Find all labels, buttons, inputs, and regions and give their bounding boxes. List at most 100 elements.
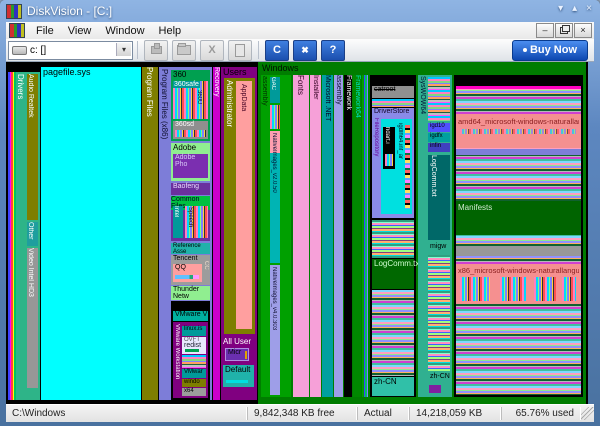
- block-program-files[interactable]: Program Files: [142, 67, 158, 400]
- block-baofeng[interactable]: Baofeng: [171, 183, 210, 195]
- block-driverstore[interactable]: DriverStore FileRepository hdart.i igdlh…: [372, 108, 414, 218]
- label-vmwar: VMwar: [184, 369, 203, 375]
- menu-file[interactable]: File: [29, 24, 61, 38]
- block-360safe[interactable]: 360safe 360U: [173, 81, 208, 119]
- resize-grip[interactable]: [581, 407, 594, 420]
- system32-stripes-1[interactable]: [372, 99, 414, 107]
- block-tencent[interactable]: Tencent QQ CC: [171, 255, 210, 285]
- block-fonts[interactable]: Fonts: [293, 75, 309, 397]
- label-speech: Speech: [187, 207, 193, 237]
- syswow64-stripes-bottom[interactable]: [428, 255, 450, 371]
- nativeimages-v2-label: NativeImages_v2.0.50: [271, 133, 277, 261]
- menu-help[interactable]: Help: [152, 24, 189, 38]
- block-framework64[interactable]: Framework64: [353, 75, 361, 397]
- block-360sd[interactable]: 360sd: [173, 121, 208, 139]
- block-drivers-other[interactable]: Other: [27, 222, 38, 246]
- winsxs-body[interactable]: amd64_microsoft-windows-naturallanguage …: [456, 86, 581, 395]
- block-adobe[interactable]: Adobe Adobe Pho: [171, 143, 210, 181]
- tools-button[interactable]: ✖: [293, 40, 317, 61]
- windows-thin-strips[interactable]: [362, 75, 368, 397]
- block-audio-realtek[interactable]: Audio Realtek: [27, 74, 38, 220]
- system32-stripes-3[interactable]: [372, 290, 414, 376]
- block-vmware-v[interactable]: VMware V: [173, 311, 208, 321]
- block-microsoft-user[interactable]: Micr: [225, 348, 249, 361]
- block-360[interactable]: 360 360safe 360U 360sd: [171, 70, 210, 141]
- block-zhcn-sys32[interactable]: zh-CN: [372, 377, 414, 396]
- block-qq[interactable]: QQ: [173, 264, 202, 282]
- scan-button[interactable]: [144, 40, 168, 61]
- block-vmwar[interactable]: VMwar: [182, 369, 206, 378]
- drive-selector[interactable]: c: [] ▾: [8, 41, 133, 60]
- toolbar-separator: [137, 41, 138, 59]
- refresh-button[interactable]: C: [265, 40, 289, 61]
- help-button[interactable]: ?: [321, 40, 345, 61]
- block-zhcn-wow64[interactable]: zh-CN: [428, 373, 450, 395]
- mdi-minimize-button[interactable]: –: [536, 23, 554, 38]
- block-video-intel[interactable]: Video Intel HD3: [27, 248, 38, 388]
- block-igd10[interactable]: igd10: [428, 123, 450, 132]
- block-adobe-pho[interactable]: Adobe Pho: [173, 154, 208, 178]
- block-default-user[interactable]: Default: [223, 365, 254, 387]
- block-nativeimages-v4[interactable]: NativeImages_v4.0.303: [270, 265, 280, 395]
- system32-stripes-2[interactable]: [372, 220, 414, 258]
- block-linux-iso[interactable]: linux.is: [182, 326, 206, 336]
- block-vmware[interactable]: VMware VMware V VMware Workstation linux…: [171, 301, 210, 400]
- close-button[interactable]: ×: [586, 3, 592, 14]
- buy-now-button[interactable]: Buy Now: [512, 40, 588, 61]
- block-nativeimages-v2[interactable]: NativeImages_v2.0.50: [270, 131, 280, 263]
- block-catroot[interactable]: catroot: [372, 86, 414, 98]
- block-hdart-inf[interactable]: hdart.i: [383, 127, 395, 169]
- block-microsoft-net[interactable]: Microsoft .NET: [322, 75, 333, 397]
- stop-button[interactable]: X: [200, 40, 224, 61]
- maximize-button[interactable]: ▴: [572, 3, 577, 14]
- block-assembly[interactable]: assembly GAC NativeImages_v2.0.50 Native…: [261, 75, 291, 397]
- menu-window[interactable]: Window: [98, 24, 151, 38]
- block-framework[interactable]: Framework: [344, 75, 352, 397]
- mdi-close-button[interactable]: ×: [574, 23, 592, 38]
- block-igdfx[interactable]: igdfx: [428, 133, 450, 142]
- block-recovery[interactable]: Recovery: [213, 67, 220, 400]
- block-speech[interactable]: Speech: [185, 206, 208, 238]
- block-syswow64[interactable]: SysWOW64 igd10 igdfx infin LogComm.txt m…: [418, 75, 452, 397]
- block-program-files-x86[interactable]: Program Files (x86) 360 360safe 360U 360…: [159, 67, 212, 400]
- block-x64[interactable]: x64: [182, 388, 206, 396]
- block-installer[interactable]: Installer: [310, 75, 321, 397]
- gac-stripes[interactable]: [270, 105, 280, 129]
- open-button[interactable]: [172, 40, 196, 61]
- block-net-assembly[interactable]: assembly: [334, 75, 343, 397]
- block-infin[interactable]: infin: [428, 143, 450, 152]
- administrator-label: Administrator: [225, 80, 233, 330]
- label-windo: windo: [184, 379, 200, 385]
- block-logcomm-wow64[interactable]: LogComm.txt: [428, 155, 450, 240]
- vmware-stripes[interactable]: [182, 355, 206, 368]
- block-common-files[interactable]: Common Files Intel Speech: [171, 196, 210, 241]
- block-vmware-workstation[interactable]: VMware Workstation linux.is OVFT redist …: [173, 322, 208, 398]
- mdi-restore-button[interactable]: [555, 23, 573, 38]
- block-gac[interactable]: GAC: [270, 77, 280, 103]
- minimize-button[interactable]: ▾: [558, 3, 563, 14]
- block-amd64-naturallanguage[interactable]: amd64_microsoft-windows-naturallanguage: [456, 114, 581, 148]
- block-windo[interactable]: windo: [182, 379, 206, 387]
- block-pagefile[interactable]: pagefile.sys: [41, 67, 141, 400]
- block-redist[interactable]: OVFT redist: [182, 337, 206, 354]
- chevron-down-icon[interactable]: ▾: [116, 43, 131, 56]
- report-button[interactable]: [228, 40, 252, 61]
- block-winsxs[interactable]: winsxs amd64_microsoft-windows-naturalla…: [454, 75, 583, 397]
- menu-view[interactable]: View: [61, 24, 99, 38]
- block-appdata[interactable]: AppData: [236, 81, 252, 329]
- block-users[interactable]: Users Administrator AppData All User Mic…: [221, 67, 257, 400]
- block-filerepository-body[interactable]: hdart.i igdlh64.inf_ar: [381, 119, 412, 214]
- block-thunder[interactable]: Thunder Netw: [171, 286, 210, 300]
- block-manifests[interactable]: Manifests: [456, 201, 581, 235]
- block-reference-assemblies[interactable]: Reference Asse: [171, 243, 210, 254]
- block-migw[interactable]: migw: [428, 243, 450, 253]
- block-x86-naturallanguage[interactable]: x86_microsoft-windows-naturallanguage6_: [456, 264, 581, 304]
- syswow64-stripes-top[interactable]: [428, 77, 450, 121]
- block-intel[interactable]: Intel: [173, 206, 183, 238]
- block-logcomm-sys32[interactable]: LogComm.txt: [372, 259, 414, 289]
- block-system32[interactable]: System32 catroot DriverStore FileReposit…: [370, 75, 416, 397]
- block-drivers[interactable]: Drivers Audio Realtek Other Video Intel …: [16, 72, 40, 400]
- block-administrator[interactable]: Administrator AppData: [224, 78, 255, 334]
- block-windows[interactable]: Windows assembly GAC NativeImages_v2.0.5…: [258, 62, 586, 404]
- small-root-strips[interactable]: [8, 72, 16, 400]
